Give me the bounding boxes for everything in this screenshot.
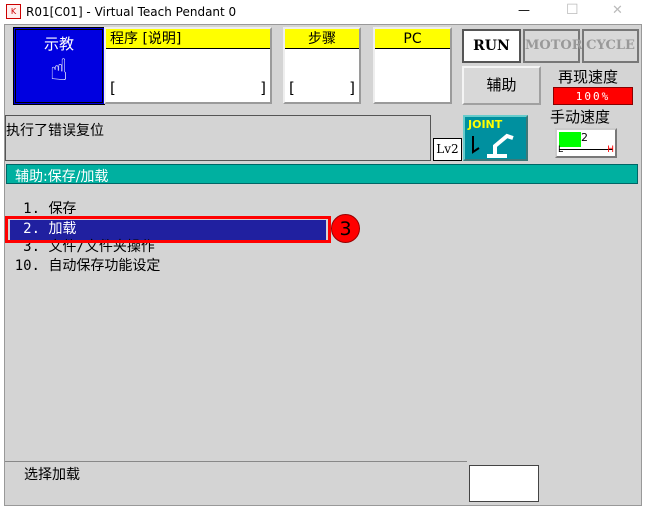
- manual-speed-label: 手动速度: [550, 108, 611, 126]
- menu-item-label: 保存: [48, 201, 77, 217]
- menu-item[interactable]: 10. 自动保存功能设定: [10, 257, 326, 276]
- app-icon: K: [6, 4, 21, 19]
- menu-item-number: 10.: [14, 258, 40, 274]
- step-value: [: [289, 79, 295, 97]
- teach-mode-label: 示教: [43, 35, 74, 53]
- pc-box[interactable]: PC: [373, 27, 452, 104]
- level-indicator[interactable]: Lv2: [433, 138, 462, 161]
- pc-header: PC: [375, 29, 450, 49]
- menu-item-label: 自动保存功能设定: [48, 258, 161, 274]
- aux-button[interactable]: 辅助: [462, 66, 541, 105]
- footer-divider: [5, 461, 467, 462]
- replay-speed-value: 100%: [553, 87, 633, 105]
- footer-input-box[interactable]: [469, 465, 539, 502]
- section-title: 辅助:保存/加载: [15, 169, 109, 185]
- maximize-button[interactable]: ☐: [566, 2, 579, 18]
- message-box: 执行了错误复位: [5, 115, 431, 161]
- step-box[interactable]: 步骤 [ ]: [283, 27, 361, 104]
- step-annotation-badge: 3: [331, 214, 360, 243]
- message-text: 执行了错误复位: [6, 123, 104, 139]
- cycle-status: CYCLE: [582, 29, 639, 63]
- selection-highlight-annotation: [5, 216, 331, 243]
- program-value: [: [110, 79, 116, 97]
- motor-status: MOTOR: [523, 29, 583, 63]
- manual-speed-low: L: [558, 145, 564, 155]
- hand-pointer-icon: ☝: [49, 53, 69, 88]
- program-header: 程序 [说明]: [106, 29, 270, 49]
- replay-speed-label: 再现速度: [558, 68, 619, 86]
- manual-speed-value: 2: [581, 131, 588, 144]
- robot-arm-icon: [472, 133, 514, 158]
- manual-speed-gauge[interactable]: 2 L H: [555, 128, 617, 158]
- step-value-end: ]: [349, 79, 355, 97]
- step-header: 步骤: [285, 29, 359, 49]
- manual-speed-high: H: [607, 145, 614, 155]
- joint-coord-button[interactable]: JOINT: [463, 115, 528, 161]
- title-bar: K R01[C01] - Virtual Teach Pendant 0 — ☐…: [0, 0, 646, 24]
- program-box[interactable]: 程序 [说明] [ ]: [104, 27, 272, 104]
- window-title: R01[C01] - Virtual Teach Pendant 0: [26, 5, 237, 19]
- section-title-bar: 辅助:保存/加载: [6, 164, 638, 185]
- footer-hint: 选择加载: [24, 467, 80, 483]
- close-button[interactable]: ✕: [612, 3, 623, 18]
- teach-mode-indicator[interactable]: 示教 ☝: [13, 27, 105, 105]
- minimize-button[interactable]: —: [518, 3, 530, 17]
- run-status: RUN: [462, 29, 521, 63]
- program-value-end: ]: [260, 79, 266, 97]
